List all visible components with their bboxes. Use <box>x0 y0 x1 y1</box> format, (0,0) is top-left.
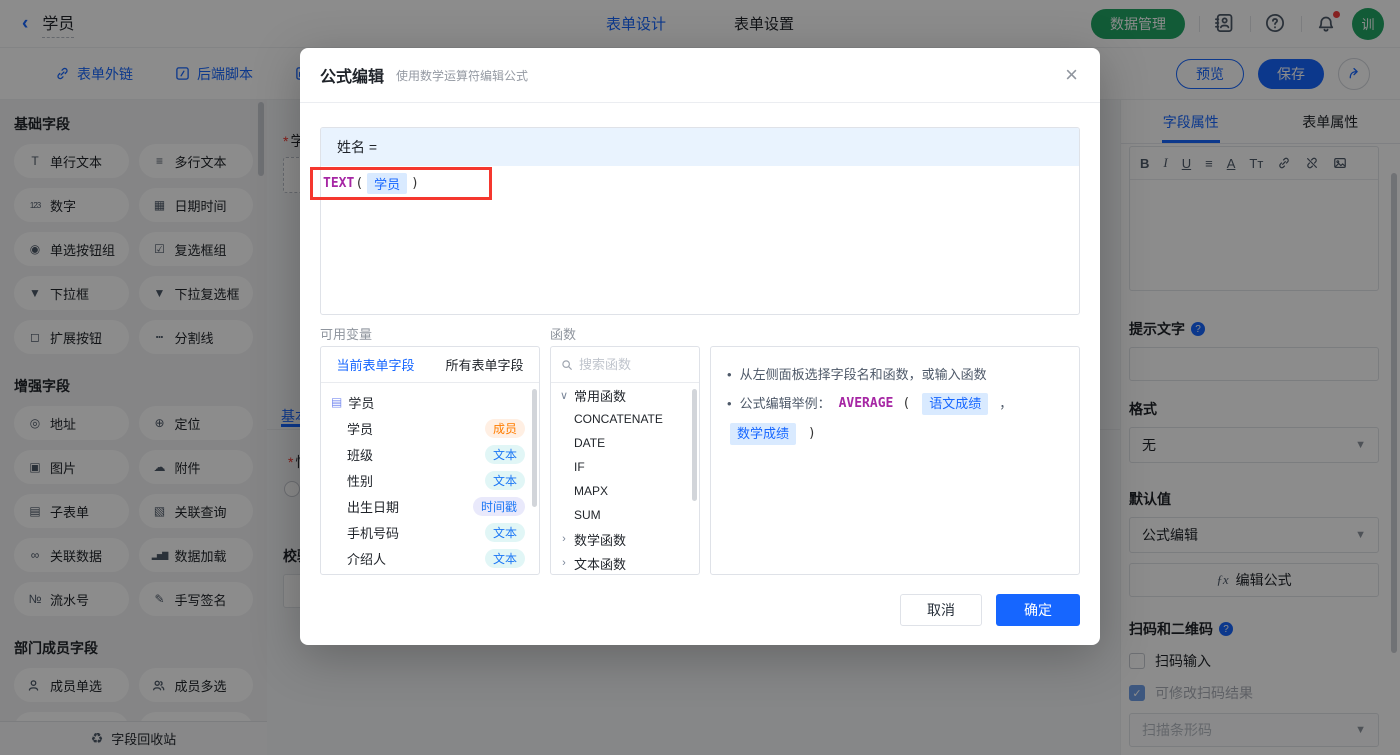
tab-current-form-fields[interactable]: 当前表单字段 <box>321 347 430 382</box>
modal-header: 公式编辑 使用数学运算符编辑公式 × <box>300 48 1100 103</box>
function-search[interactable] <box>551 347 699 383</box>
function-item[interactable]: DATE <box>551 431 699 455</box>
variable-row[interactable]: 手机号码 文本 <box>321 519 539 545</box>
cancel-button[interactable]: 取消 <box>900 594 982 626</box>
form-doc-icon: ▤ <box>331 395 343 409</box>
modal-footer: 取消 确定 <box>900 594 1080 626</box>
function-item[interactable]: MAPX <box>551 479 699 503</box>
formula-target: 姓名 = <box>337 139 378 155</box>
variable-tree-root[interactable]: ▤ 学员 <box>321 389 539 415</box>
type-badge-text: 文本 <box>484 444 525 464</box>
formula-target-row: 姓名 = <box>321 128 1079 166</box>
type-badge-text: 文本 <box>484 470 525 490</box>
hint-line-1: • 从左侧面板选择字段名和函数，或输入函数 <box>727 367 987 382</box>
hint-panel: • 从左侧面板选择字段名和函数，或输入函数 • 公式编辑举例： AVERAGE(语… <box>710 346 1080 575</box>
type-badge-text: 文本 <box>484 548 525 568</box>
field-chip-student[interactable]: 学员 <box>367 173 408 194</box>
type-badge-timestamp: 时间戳 <box>472 496 525 516</box>
field-chip-math-score: 数学成绩 <box>730 423 797 445</box>
variable-row[interactable]: 学员 成员 <box>321 415 539 441</box>
type-badge-member: 成员 <box>484 418 525 438</box>
variable-row[interactable]: 性别 文本 <box>321 467 539 493</box>
function-item[interactable]: IF <box>551 455 699 479</box>
function-group-common[interactable]: ∨ 常用函数 <box>551 383 699 407</box>
function-item[interactable]: CONCATENATE <box>551 407 699 431</box>
variable-row[interactable]: 介绍人 文本 <box>321 545 539 571</box>
modal-title: 公式编辑 <box>320 69 385 86</box>
function-search-input[interactable] <box>579 357 679 372</box>
functions-label: 函数 <box>550 327 577 342</box>
variables-label: 可用变量 <box>320 327 373 342</box>
annotation-red-rect: TEXT ( 学员 ) <box>310 167 492 200</box>
caret-right-icon: › <box>562 533 566 545</box>
search-icon <box>561 359 573 371</box>
function-group-text[interactable]: › 文本函数 <box>551 551 699 574</box>
caret-right-icon: › <box>562 557 566 569</box>
functions-scrollbar[interactable] <box>692 389 697 501</box>
formula-function: TEXT <box>323 176 355 191</box>
field-chip-chinese-score: 语文成绩 <box>922 393 989 415</box>
variables-scrollbar[interactable] <box>532 389 537 507</box>
formula-editor[interactable]: 姓名 = <box>320 127 1080 315</box>
modal-subtitle: 使用数学运算符编辑公式 <box>396 68 529 83</box>
variables-panel: 当前表单字段 所有表单字段 ▤ 学员 学员 成员 班级 文本 性别 文本 出生日期 时间… <box>320 346 540 575</box>
function-group-math[interactable]: › 数学函数 <box>551 527 699 551</box>
function-item[interactable]: SUM <box>551 503 699 527</box>
close-icon[interactable]: × <box>1065 64 1080 86</box>
type-badge-text: 文本 <box>484 522 525 542</box>
confirm-button[interactable]: 确定 <box>996 594 1080 626</box>
hint-line-2: • 公式编辑举例： AVERAGE(语文成绩，数学成绩) <box>727 393 1063 445</box>
variable-row[interactable]: 出生日期 时间戳 <box>321 493 539 519</box>
example-function: AVERAGE <box>838 396 894 411</box>
functions-panel: ∨ 常用函数 CONCATENATE DATE IF MAPX SUM › 数学… <box>550 346 700 575</box>
variables-tabs: 当前表单字段 所有表单字段 <box>321 347 539 383</box>
variable-row[interactable]: 班级 文本 <box>321 441 539 467</box>
tab-all-form-fields[interactable]: 所有表单字段 <box>430 347 539 382</box>
formula-edit-modal: 公式编辑 使用数学运算符编辑公式 × 姓名 = TEXT ( 学员 ) 可用变量… <box>300 48 1100 645</box>
caret-down-icon: ∨ <box>559 389 569 402</box>
